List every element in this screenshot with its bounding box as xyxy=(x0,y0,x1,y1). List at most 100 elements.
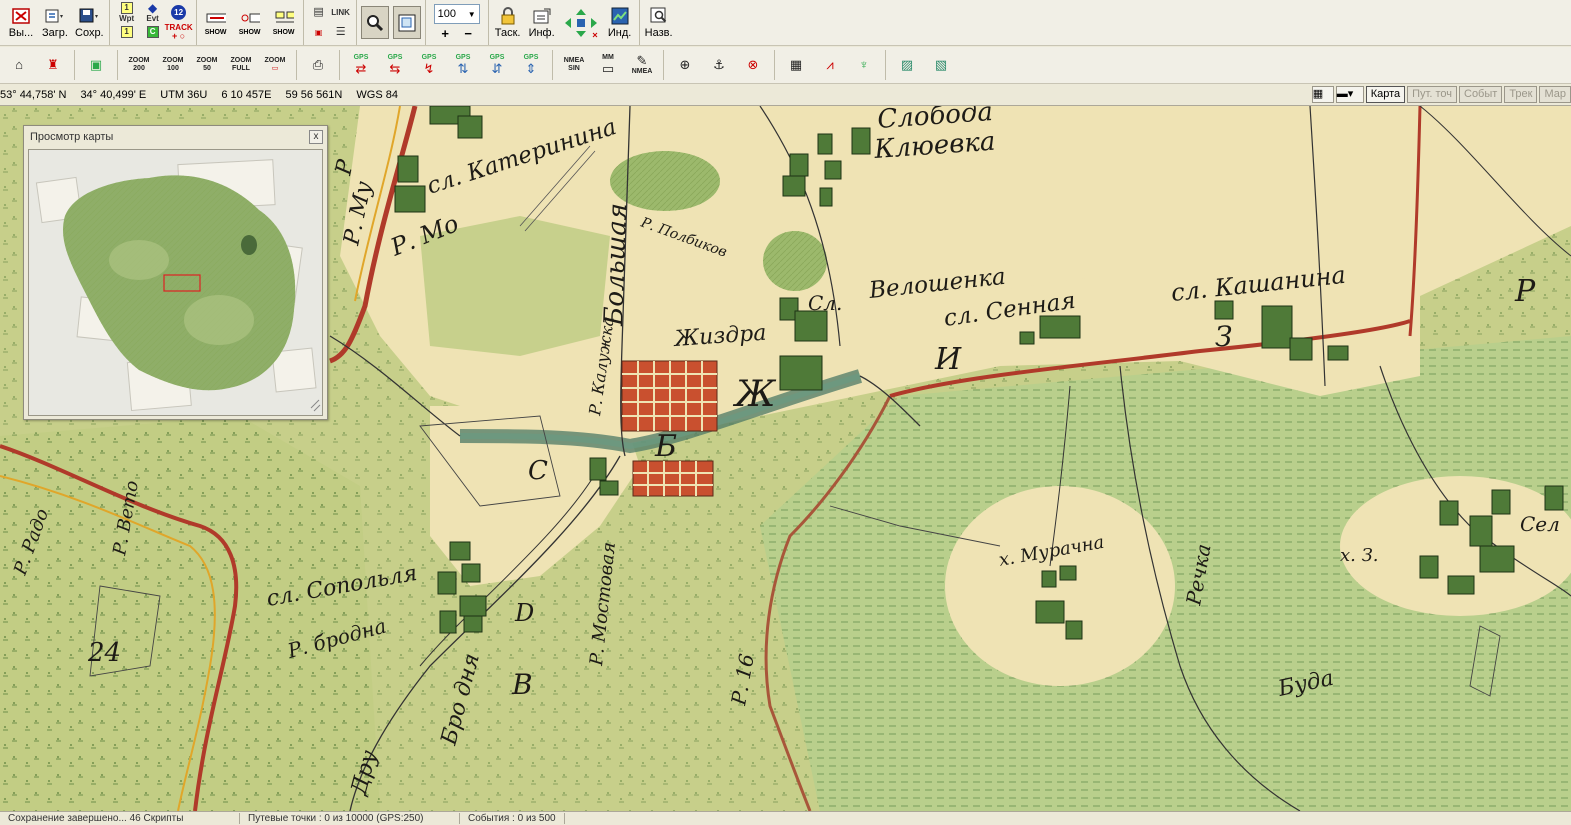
label-s: С xyxy=(528,456,548,486)
crosshair-button[interactable]: ⊕ xyxy=(668,49,702,81)
exit-icon xyxy=(11,7,31,25)
link-lines-button[interactable]: ☰ xyxy=(336,26,346,37)
c-marker-button[interactable]: C xyxy=(146,26,159,38)
map-overview-window[interactable]: Просмотр карты x xyxy=(23,125,328,420)
navigate-arrows-button[interactable] xyxy=(559,0,603,45)
track-marker-icon: 1 xyxy=(120,26,133,38)
zoom-100-button[interactable]: ZOOM 100 xyxy=(156,49,190,81)
nmea-pen-icon: ✎ xyxy=(636,53,648,68)
separator xyxy=(663,50,664,80)
route-tool-icon: ⌂ xyxy=(15,57,23,72)
show-list-icon xyxy=(206,9,226,27)
moving-map-button[interactable]: MM ▭ xyxy=(591,49,625,81)
zoom-50-button[interactable]: ZOOM 50 xyxy=(190,49,224,81)
gps-all-button[interactable]: GPS ⇵ xyxy=(480,49,514,81)
northing-readout: 59 56 561N xyxy=(285,89,343,101)
route-tool-button[interactable]: ⌂ xyxy=(2,49,36,81)
easting-readout: 6 10 457E xyxy=(221,89,272,101)
map-export-button[interactable]: ▨ xyxy=(890,49,924,81)
status-events: События : 0 из 500 xyxy=(460,813,565,824)
info-button[interactable]: Инф. xyxy=(525,0,559,45)
toolbar-group-info: Таск. Инф. Инд. xyxy=(489,0,640,45)
label-i: И xyxy=(934,342,962,377)
names-search-icon xyxy=(649,7,669,25)
mapfile-button[interactable]: ▦ xyxy=(779,49,813,81)
toolbar-group-points: 1 Wpt ◆ Evt 12 1 C TRACK + ○ xyxy=(110,0,197,45)
waypoint-button[interactable]: 1 Wpt xyxy=(119,1,134,23)
print-button[interactable]: ⎙ xyxy=(301,49,335,81)
magnifier-icon xyxy=(365,14,385,32)
secondary-toolbar: ⌂ ♜ ▣ ZOOM 200 ZOOM 100 ZOOM 50 ZOOM FULL ZO… xyxy=(0,47,1571,84)
zoom-200-button[interactable]: ZOOM 200 xyxy=(122,49,156,81)
gps-upload-button[interactable]: GPS ⇄ xyxy=(344,49,378,81)
copy-map-icon: ▣ xyxy=(89,57,103,72)
show-tracks-button[interactable]: SHOW xyxy=(267,0,301,45)
map-view-icon-button[interactable]: ▦ xyxy=(1311,86,1334,103)
map-export-icon: ▨ xyxy=(900,57,914,72)
label-b: Б xyxy=(654,429,677,464)
gps-route-button[interactable]: GPS ⇅ xyxy=(446,49,480,81)
profile-button[interactable]: ⩘ xyxy=(813,49,847,81)
anchor-icon: ⚓ xyxy=(713,57,725,72)
show-waypoints-button[interactable]: SHOW xyxy=(199,0,233,45)
zoom-full-button[interactable]: ZOOM FULL xyxy=(224,49,258,81)
load-button[interactable]: Загр. xyxy=(38,0,72,45)
tab-map[interactable]: Карта xyxy=(1365,86,1406,103)
alarm-button[interactable]: ⊗ xyxy=(736,49,770,81)
nmea-sim-button[interactable]: NMEA SIN xyxy=(557,49,591,81)
route-number-icon: 12 xyxy=(171,4,187,20)
link-map-icon: ▤ xyxy=(313,5,324,18)
nmea-button[interactable]: ✎ NMEA xyxy=(625,49,659,81)
longitude-readout: 34° 40,499' E xyxy=(80,89,147,101)
separator xyxy=(296,50,297,80)
antenna-button[interactable]: ♆ xyxy=(847,49,881,81)
zoom-out-button[interactable]: − xyxy=(464,26,472,41)
exit-button[interactable]: Вы... xyxy=(4,0,38,45)
zoom-in-button[interactable]: + xyxy=(441,26,449,41)
gps-realtime-button[interactable]: GPS ⇕ xyxy=(514,49,548,81)
status-bar: Сохранение завершено... 46 Скрипты Путев… xyxy=(0,811,1571,825)
link-map-button[interactable]: ▤ xyxy=(313,5,324,18)
separator xyxy=(885,50,886,80)
show-events-button[interactable]: SHOW xyxy=(233,0,267,45)
track-new-button[interactable]: 1 xyxy=(120,26,133,38)
label-24: 24 xyxy=(87,638,121,668)
gps-download-button[interactable]: GPS ⇆ xyxy=(378,49,412,81)
overview-title-bar[interactable]: Просмотр карты x xyxy=(24,126,327,147)
map-import-button[interactable]: ▧ xyxy=(924,49,958,81)
names-button[interactable]: Назв. xyxy=(642,0,676,45)
walker-icon: ♜ xyxy=(47,57,59,72)
overview-map[interactable] xyxy=(28,149,323,416)
link-points-button[interactable]: ▣ xyxy=(315,28,323,37)
anchor-button[interactable]: ⚓ xyxy=(702,49,736,81)
tab-events[interactable]: Событ xyxy=(1459,86,1503,103)
overview-window-button[interactable] xyxy=(392,6,421,39)
gps-track-button[interactable]: GPS ↯ xyxy=(412,49,446,81)
profile-graph-icon: ⩘ xyxy=(826,57,834,72)
toolbar-group-file: Вы... Загр. Сохр. xyxy=(2,0,110,45)
overview-close-button[interactable]: x xyxy=(309,129,323,144)
show-circles-icon xyxy=(240,9,260,27)
tab-routes[interactable]: Мар xyxy=(1539,86,1571,103)
event-button[interactable]: ◆ Evt xyxy=(146,2,158,23)
index-button[interactable]: Инд. xyxy=(603,0,637,45)
tasks-button[interactable]: Таск. xyxy=(491,0,525,45)
zoom-rect-button[interactable]: ZOOM ▭ xyxy=(258,49,292,81)
gps-route-icon: ⇅ xyxy=(457,61,469,76)
copy-map-button[interactable]: ▣ xyxy=(79,49,113,81)
show-track-icon xyxy=(274,9,294,27)
tab-waypoints[interactable]: Пут. точ xyxy=(1407,86,1457,103)
link-button[interactable]: LINK xyxy=(331,8,350,17)
separator xyxy=(774,50,775,80)
save-view-button[interactable]: ▬▾ xyxy=(1335,86,1364,103)
gps-realtime-icon: ⇕ xyxy=(525,61,537,76)
route-badge-button[interactable]: 12 xyxy=(171,4,187,20)
track-button[interactable]: TRACK + ○ xyxy=(165,23,193,41)
zoom-level-select[interactable]: 100 ▼ xyxy=(433,4,480,24)
overview-thumbnail[interactable] xyxy=(29,150,323,416)
save-button[interactable]: Сохр. xyxy=(72,0,107,45)
tab-tracks[interactable]: Трек xyxy=(1504,86,1538,103)
view-tabs: ▦ ▬▾ Карта Пут. точ Событ Трек Мар xyxy=(1311,86,1571,103)
person-tool-button[interactable]: ♜ xyxy=(36,49,70,81)
magnifier-button[interactable] xyxy=(360,6,389,39)
